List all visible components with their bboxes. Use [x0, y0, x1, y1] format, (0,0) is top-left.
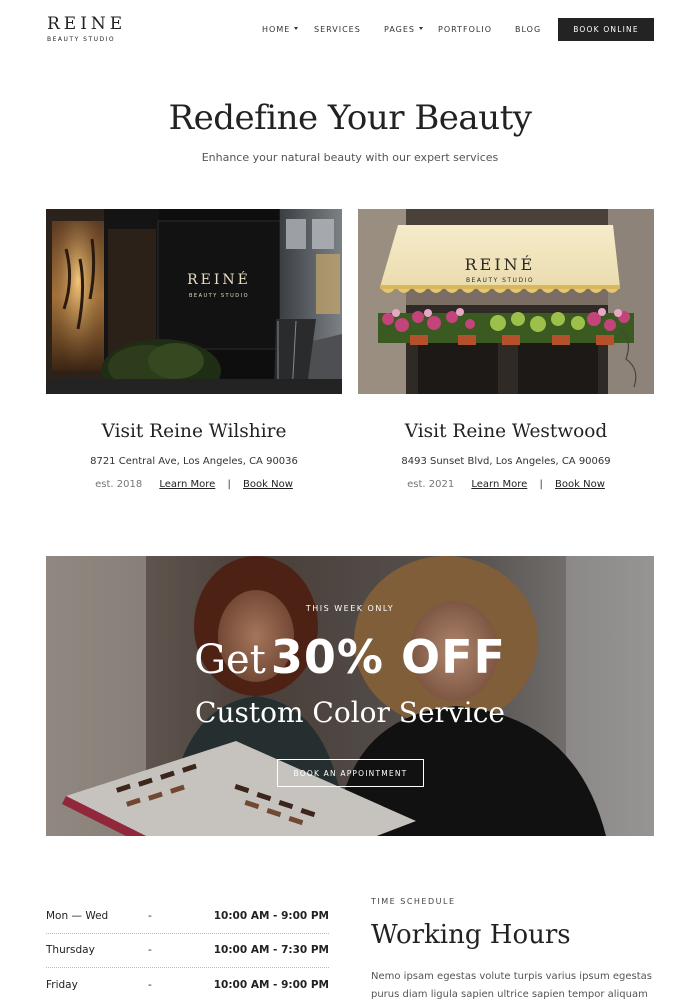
nav-item-portfolio[interactable]: PORTFOLIO	[438, 25, 492, 35]
learn-more-link[interactable]: Learn More	[159, 479, 215, 490]
hours-day: Thursday	[46, 944, 95, 956]
location-title-westwood: Visit Reine Westwood	[404, 421, 608, 442]
chevron-down-icon	[418, 27, 423, 30]
hours-row: Thursday - 10:00 AM - 7:30 PM	[46, 944, 329, 978]
schedule-body: Nemo ipsam egestas volute turpis varius …	[371, 971, 653, 1000]
schedule-eyebrow: TIME SCHEDULE	[371, 897, 456, 906]
sign-brand-text: REINÉ	[187, 270, 251, 288]
nav-item-portfolio-label: PORTFOLIO	[438, 25, 492, 34]
hours-day: Mon — Wed	[46, 910, 109, 922]
location-image-wilshire[interactable]: REINÉ BEAUTY STUDIO	[46, 209, 342, 394]
location-meta-westwood: est. 2021 Learn More | Book Now	[346, 479, 666, 490]
location-address-westwood: 8493 Sunset Blvd, Los Angeles, CA 90069	[401, 456, 611, 467]
logo-tagline: BEAUTY STUDIO	[47, 36, 116, 43]
location-title-wilshire: Visit Reine Wilshire	[101, 421, 287, 442]
hours-divider	[46, 967, 329, 968]
location-meta-wilshire: est. 2018 Learn More | Book Now	[34, 479, 354, 490]
awning-tagline-text: BEAUTY STUDIO	[466, 277, 534, 284]
hours-dash: -	[148, 944, 152, 956]
hours-time: 10:00 AM - 9:00 PM	[213, 910, 329, 922]
chevron-down-icon	[294, 27, 299, 30]
promo-get-text: Get	[194, 637, 266, 683]
nav-item-home-label: HOME	[262, 25, 291, 34]
hours-divider	[46, 933, 329, 934]
link-separator: |	[227, 479, 231, 490]
established-year: est. 2021	[407, 479, 455, 490]
nav-item-pages-label: PAGES	[384, 25, 415, 34]
nav-item-services[interactable]: SERVICES	[314, 25, 361, 35]
location-address-wilshire: 8721 Central Ave, Los Angeles, CA 90036	[90, 456, 298, 467]
nav-item-pages[interactable]: PAGES	[384, 25, 423, 35]
established-year: est. 2018	[95, 479, 143, 490]
nav-item-blog-label: BLOG	[515, 25, 542, 34]
hours-row: Friday - 10:00 AM - 9:00 PM	[46, 979, 329, 1000]
site-header: REINE BEAUTY STUDIO HOME SERVICES PAGES …	[0, 0, 700, 60]
hero-subtitle: Enhance your natural beauty with our exp…	[201, 151, 499, 164]
nav-item-blog[interactable]: BLOG	[515, 25, 541, 35]
hours-dash: -	[148, 979, 152, 991]
book-now-link[interactable]: Book Now	[555, 479, 605, 490]
book-online-button[interactable]: BOOK ONLINE	[558, 18, 654, 41]
hero-title: Redefine Your Beauty	[168, 98, 532, 138]
hours-row: Mon — Wed - 10:00 AM - 9:00 PM	[46, 910, 329, 944]
promo-headline: Get 30% OFF	[0, 630, 700, 684]
promo-eyebrow: THIS WEEK ONLY	[305, 604, 395, 613]
awning-brand-text: REINÉ	[465, 254, 536, 274]
nav-item-home[interactable]: HOME	[262, 25, 299, 35]
storefront-night-photo: REINÉ BEAUTY STUDIO	[46, 209, 342, 394]
location-image-westwood[interactable]: REINÉ BEAUTY STUDIO	[358, 209, 654, 394]
hours-day: Friday	[46, 979, 78, 991]
book-now-link[interactable]: Book Now	[243, 479, 293, 490]
schedule-title: Working Hours	[371, 920, 571, 950]
hours-time: 10:00 AM - 7:30 PM	[213, 944, 329, 956]
hours-dash: -	[148, 910, 152, 922]
hours-time: 10:00 AM - 9:00 PM	[213, 979, 329, 991]
nav-item-services-label: SERVICES	[314, 25, 361, 34]
promo-service: Custom Color Service	[195, 696, 505, 729]
book-appointment-button[interactable]: BOOK AN APPOINTMENT	[277, 759, 424, 787]
learn-more-link[interactable]: Learn More	[471, 479, 527, 490]
storefront-awning-photo: REINÉ BEAUTY STUDIO	[358, 209, 654, 394]
link-separator: |	[539, 479, 543, 490]
sign-tagline-text: BEAUTY STUDIO	[189, 293, 249, 299]
promo-discount: 30% OFF	[270, 630, 506, 684]
